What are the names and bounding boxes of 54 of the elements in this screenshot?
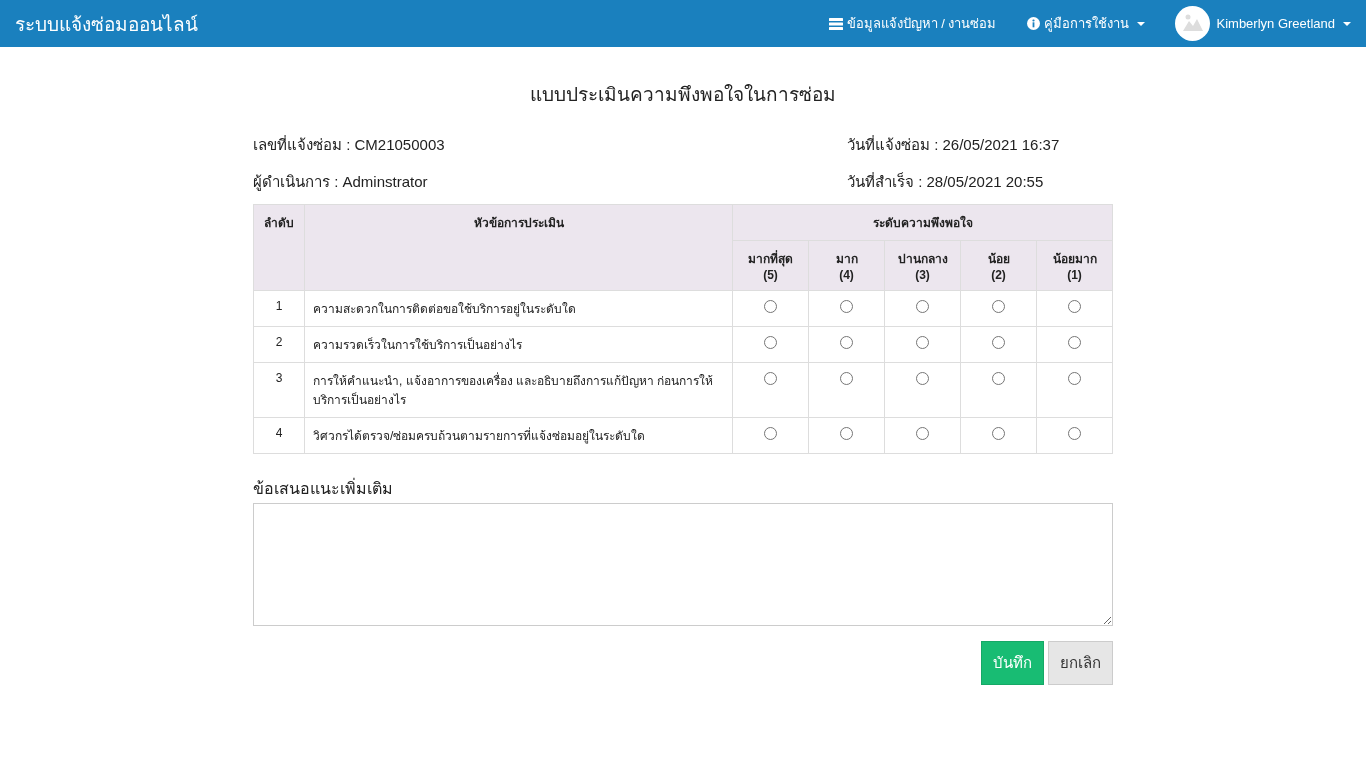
column-header: ระดับความพึงพอใจ [732,204,1113,241]
table-cell: 2 [253,326,305,363]
column-header: มากที่สุด (5) [732,240,809,291]
info-text: วันที่สำเร็จ : 28/05/2021 20:55 [847,171,1045,192]
page-title: แบบประเมินความพึงพอใจในการซ่อม [529,83,837,107]
avatar-icon [1174,6,1210,41]
rating-radio[interactable] [1068,336,1081,350]
rating-radio[interactable] [840,372,853,386]
rating-radio[interactable] [1068,427,1081,441]
rating-radio[interactable] [764,300,777,314]
table-cell: 3 [253,362,305,418]
column-header: ลำดับ [253,204,305,291]
column-header: น้อย (2) [960,240,1037,291]
app-title-link[interactable]: ระบบแจ้งซ่อมออนไลน์ [15,8,198,39]
rating-radio[interactable] [1068,300,1081,314]
rating-radio[interactable] [764,427,777,441]
rating-radio[interactable] [992,427,1005,441]
caret-icon [1136,21,1145,26]
info-icon [1026,17,1040,30]
list-icon [828,17,843,30]
rating-radio[interactable] [1068,372,1081,386]
rating-radio[interactable] [840,336,853,350]
user-menu[interactable]: Kimberlyn Greetland [1174,6,1351,41]
rating-radio[interactable] [916,336,929,350]
rating-radio[interactable] [764,336,777,350]
field-label: ข้อเสนอแนะเพิ่มเติม [253,477,394,499]
table-cell: วิศวกรได้ตรวจ/ซ่อมครบถ้วนตามรายการที่แจ้งซ่อมอยู่ในระดับใด [304,417,733,454]
rating-radio[interactable] [916,372,929,386]
nav-link[interactable]: ข้อมูลแจ้งปัญหา / งานซ่อม [828,13,997,34]
rating-radio[interactable] [916,427,929,441]
rating-radio[interactable] [992,336,1005,350]
column-header: มาก (4) [808,240,885,291]
info-text: เลขที่แจ้งซ่อม : CM21050003 [253,134,446,155]
table-cell: ความรวดเร็วในการใช้บริการเป็นอย่างไร [304,326,733,363]
nav-link[interactable]: คู่มือการใช้งาน [1026,13,1145,34]
rating-radio[interactable] [992,300,1005,314]
suggestion-field[interactable] [253,503,1113,626]
cancel-button[interactable]: ยกเลิก [1048,641,1113,685]
table-cell: การให้คำแนะนำ, แจ้งอาการของเครื่อง และอธิบายถึงการแก้ปัญหา ก่อนการให้บริการเป็นอย่างไร [304,362,733,418]
column-header: หัวข้อการประเมิน [304,204,733,291]
rating-radio[interactable] [764,372,777,386]
column-header: น้อยมาก (1) [1036,240,1113,291]
save-button[interactable]: บันทึก [981,641,1044,685]
table-cell: 1 [253,290,305,327]
table-cell: ความสะดวกในการติดต่อขอใช้บริการอยู่ในระดับใด [304,290,733,327]
rating-radio[interactable] [840,300,853,314]
rating-radio[interactable] [916,300,929,314]
rating-radio[interactable] [840,427,853,441]
column-header: ปานกลาง (3) [884,240,961,291]
rating-radio[interactable] [992,372,1005,386]
caret-icon [1343,21,1351,26]
info-text: ผู้ดำเนินการ : Adminstrator [253,172,429,193]
info-text: วันที่แจ้งซ่อม : 26/05/2021 16:37 [847,134,1061,155]
table-cell: 4 [253,417,305,454]
